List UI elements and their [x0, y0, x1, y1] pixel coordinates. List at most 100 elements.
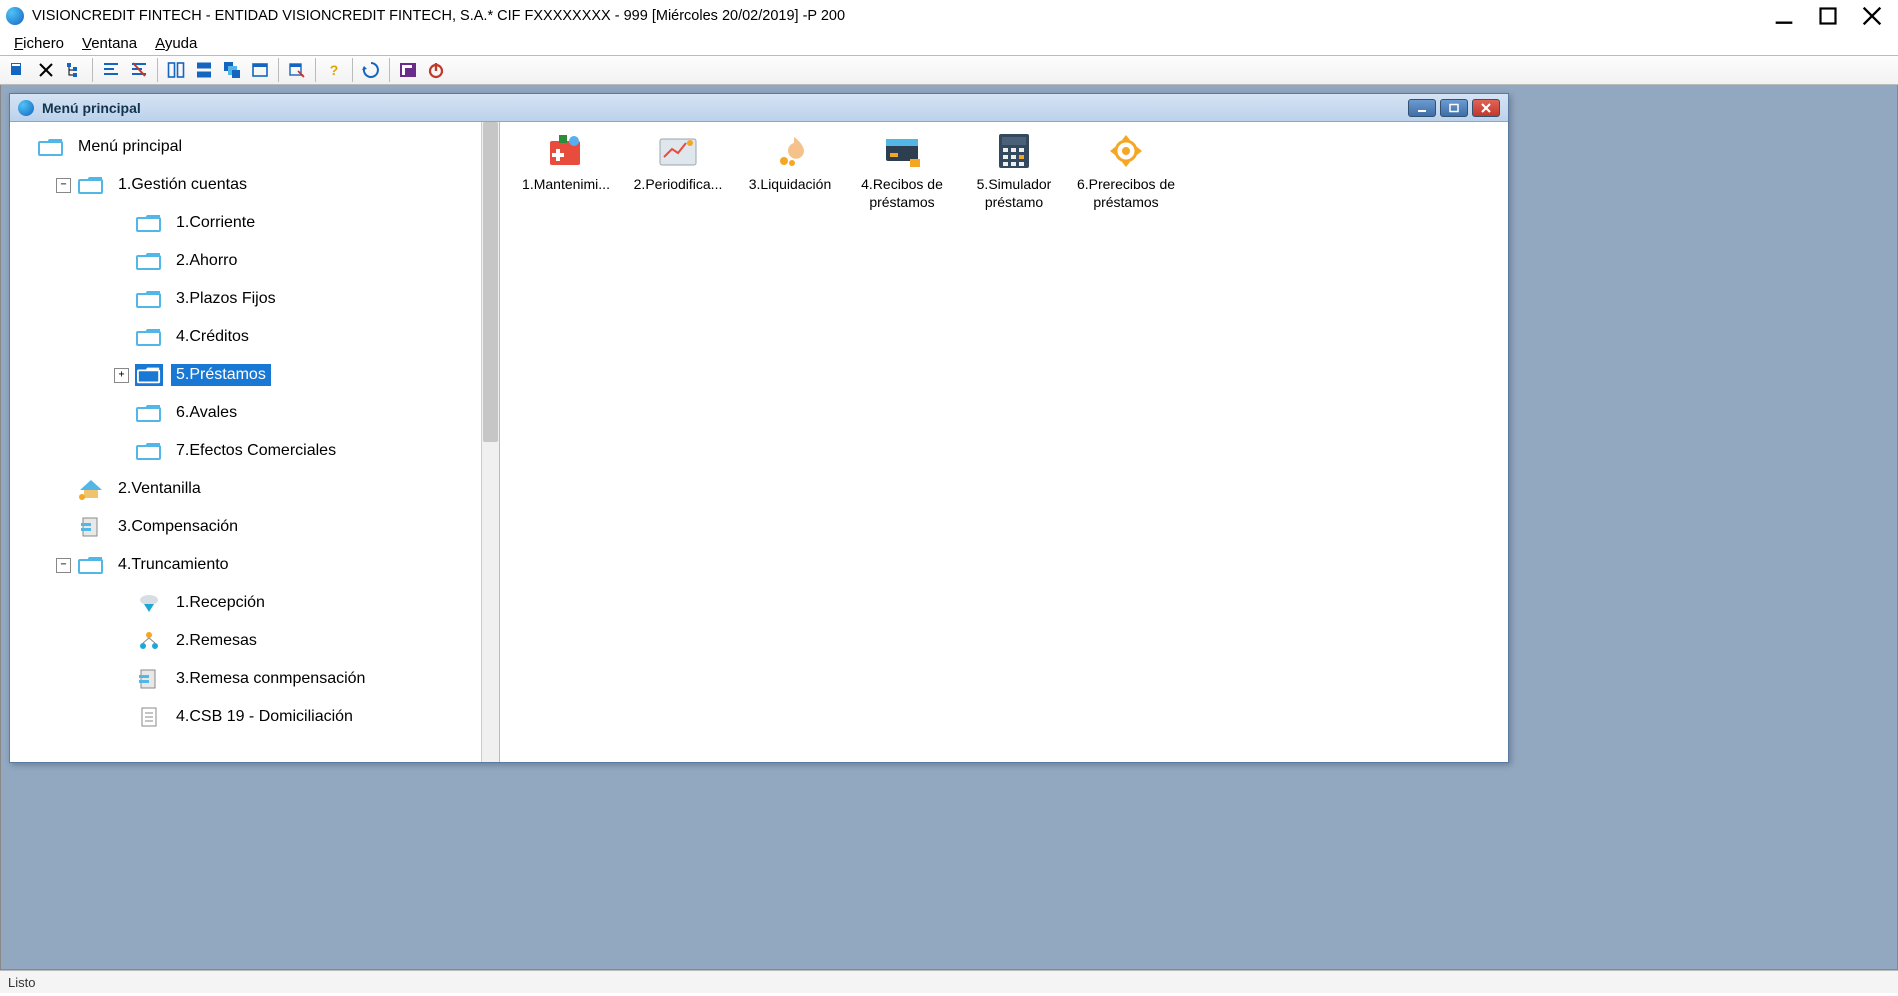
tree-item-label: 7.Efectos Comerciales: [171, 440, 341, 462]
folder-icon: [37, 136, 65, 158]
content-item[interactable]: 2.Periodifica...: [622, 132, 734, 194]
folder-icon: [77, 554, 105, 576]
navigation-tree[interactable]: Menú principal − 1.Gestión cuentas 1.Cor…: [10, 122, 499, 736]
tree-item[interactable]: 2.Ahorro: [12, 242, 499, 280]
simulator-icon: [991, 132, 1037, 170]
tree-icon[interactable]: [61, 57, 87, 83]
maintain-icon: [543, 132, 589, 170]
window-icon[interactable]: [247, 57, 273, 83]
help-icon[interactable]: ?: [321, 57, 347, 83]
folder-icon: [135, 402, 163, 424]
tree-item[interactable]: 6.Avales: [12, 394, 499, 432]
tree-item[interactable]: 7.Efectos Comerciales: [12, 432, 499, 470]
tree-item[interactable]: 1.Corriente: [12, 204, 499, 242]
tree-item[interactable]: − 4.Truncamiento: [12, 546, 499, 584]
tree-item-label: 5.Préstamos: [171, 364, 271, 386]
open-db-icon[interactable]: [5, 57, 31, 83]
tree-item[interactable]: 3.Compensación: [12, 508, 499, 546]
tree-expander-plus[interactable]: +: [114, 368, 129, 383]
tree-expander-minus[interactable]: −: [56, 558, 71, 573]
tree-item[interactable]: 1.Recepción: [12, 584, 499, 622]
tree-item-label: 2.Remesas: [171, 630, 262, 652]
content-item-label: 6.Prerecibos de préstamos: [1070, 176, 1182, 211]
tree-item-label: 1.Corriente: [171, 212, 260, 234]
close-icon[interactable]: [33, 57, 59, 83]
tree-item[interactable]: 4.Créditos: [12, 318, 499, 356]
cloud-icon: [135, 592, 163, 614]
split-v-icon[interactable]: [163, 57, 189, 83]
tree-item-label: 1.Recepción: [171, 592, 270, 614]
tree-expander-minus[interactable]: −: [56, 178, 71, 193]
tree-item[interactable]: 3.Plazos Fijos: [12, 280, 499, 318]
tree-item[interactable]: 2.Remesas: [12, 622, 499, 660]
mdi-client-area: Menú principal Menú principal: [0, 85, 1898, 970]
tree-item-label: 4.CSB 19 - Domiciliación: [171, 706, 358, 728]
liquid-icon: [767, 132, 813, 170]
menu-ayuda[interactable]: Ayuda: [155, 35, 197, 52]
tree-item-label: 2.Ahorro: [171, 250, 242, 272]
doc-icon: [77, 516, 105, 538]
content-item[interactable]: 1.Mantenimi...: [510, 132, 622, 194]
window-close-button[interactable]: [1862, 6, 1882, 26]
tree-item-label: 6.Avales: [171, 402, 242, 424]
scrollbar-thumb[interactable]: [483, 122, 498, 442]
child-window-app-icon: [18, 100, 34, 116]
child-window-titlebar[interactable]: Menú principal: [10, 94, 1508, 122]
tree-item[interactable]: 2.Ventanilla: [12, 470, 499, 508]
window-title: VISIONCREDIT FINTECH - ENTIDAD VISIONCRE…: [32, 8, 1774, 24]
tree-root[interactable]: Menú principal: [12, 128, 499, 166]
people-icon: [135, 630, 163, 652]
menu-ventana[interactable]: Ventana: [82, 35, 137, 52]
period-icon: [655, 132, 701, 170]
inspect-icon[interactable]: [284, 57, 310, 83]
folder-icon: [135, 288, 163, 310]
folder-icon: [135, 440, 163, 462]
cascade-icon[interactable]: [219, 57, 245, 83]
align-left-icon[interactable]: [98, 57, 124, 83]
folder-icon: [135, 212, 163, 234]
folder-icon: [77, 174, 105, 196]
content-item-label: 4.Recibos de préstamos: [846, 176, 958, 211]
tree-item[interactable]: + 5.Préstamos: [12, 356, 499, 394]
svg-text:?: ?: [330, 62, 339, 78]
tree-item-label: 4.Truncamiento: [113, 554, 234, 576]
tree-item[interactable]: − 1.Gestión cuentas: [12, 166, 499, 204]
split-h-icon[interactable]: [191, 57, 217, 83]
content-pane: 1.Mantenimi... 2.Periodifica... 3.Liquid…: [500, 122, 1508, 762]
refresh-icon[interactable]: [358, 57, 384, 83]
content-item[interactable]: 6.Prerecibos de préstamos: [1070, 132, 1182, 211]
child-window-menu-principal: Menú principal Menú principal: [9, 93, 1509, 763]
tree-item[interactable]: 4.CSB 19 - Domiciliación: [12, 698, 499, 736]
tree-label: Menú principal: [73, 136, 187, 158]
tree-item-label: 2.Ventanilla: [113, 478, 206, 500]
tree-pane: Menú principal − 1.Gestión cuentas 1.Cor…: [10, 122, 500, 762]
child-window-title: Menú principal: [42, 100, 1408, 116]
window-minimize-button[interactable]: [1774, 6, 1794, 26]
align-strike-icon[interactable]: [126, 57, 152, 83]
folder-icon: [135, 250, 163, 272]
content-item-label: 5.Simulador préstamo: [958, 176, 1070, 211]
child-minimize-button[interactable]: [1408, 99, 1436, 117]
power-icon[interactable]: [423, 57, 449, 83]
doc-icon: [135, 668, 163, 690]
content-item[interactable]: 4.Recibos de préstamos: [846, 132, 958, 211]
folder-icon: [135, 326, 163, 348]
tree-item-label: 4.Créditos: [171, 326, 254, 348]
tree-scrollbar[interactable]: [481, 122, 499, 762]
tree-item-label: 3.Plazos Fijos: [171, 288, 281, 310]
child-maximize-button[interactable]: [1440, 99, 1468, 117]
content-item[interactable]: 5.Simulador préstamo: [958, 132, 1070, 211]
house-icon: [77, 478, 105, 500]
tree-item-label: 3.Compensación: [113, 516, 243, 538]
receipts-icon: [879, 132, 925, 170]
menu-fichero[interactable]: Fichero: [14, 35, 64, 52]
statusbar: Listo: [0, 970, 1898, 993]
menubar: Fichero Ventana Ayuda: [0, 32, 1898, 55]
child-close-button[interactable]: [1472, 99, 1500, 117]
status-text: Listo: [8, 975, 35, 990]
tree-item[interactable]: 3.Remesa conmpensación: [12, 660, 499, 698]
window-maximize-button[interactable]: [1818, 6, 1838, 26]
app-brand-icon[interactable]: [395, 57, 421, 83]
content-item-label: 2.Periodifica...: [622, 176, 734, 194]
content-item[interactable]: 3.Liquidación: [734, 132, 846, 194]
